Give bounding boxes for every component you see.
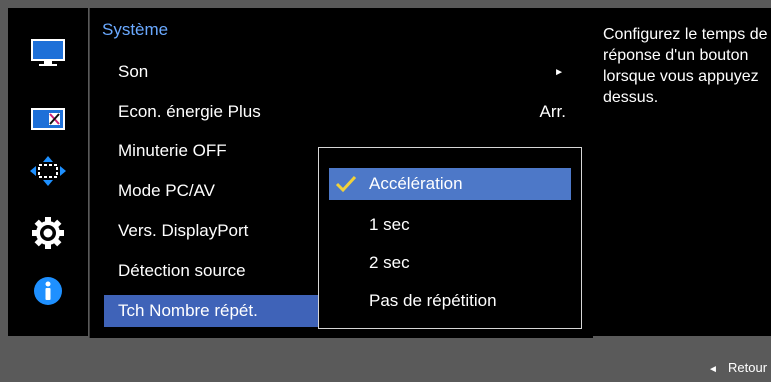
back-arrow-icon[interactable]: ◄ — [708, 364, 718, 375]
repeat-options-popup: Accélération 1 sec 2 sec Pas de répétiti… — [318, 147, 582, 329]
menu-item-label: Vers. DisplayPort — [118, 221, 249, 240]
screen-size-icon[interactable] — [28, 156, 68, 186]
menu-item-value: Arr. — [539, 102, 566, 121]
back-button-label[interactable]: Retour — [728, 360, 767, 375]
info-icon[interactable] — [28, 276, 68, 306]
popup-option-pas-de-repetition[interactable]: Pas de répétition — [329, 285, 571, 317]
menu-item-label: Econ. énergie Plus — [118, 102, 261, 121]
settings-gear-icon[interactable] — [28, 217, 68, 249]
menu-title: Système — [102, 20, 169, 39]
menu-item-tch-nombre-repet[interactable]: Tch Nombre répét. — [104, 295, 320, 327]
menu-item-label: Détection source — [118, 261, 246, 280]
menu-item-label: Tch Nombre répét. — [118, 301, 258, 320]
color-icon[interactable] — [28, 104, 68, 134]
menu-item-label: Son — [118, 62, 149, 81]
menu-item-displayport[interactable]: Vers. DisplayPort — [90, 215, 320, 247]
osd-icon-rail — [8, 8, 88, 336]
menu-item-minuterie-off[interactable]: Minuterie OFF — [90, 135, 320, 167]
menu-item-econ-energie[interactable]: Econ. énergie Plus Arr. — [90, 96, 586, 128]
menu-item-detection-source[interactable]: Détection source — [90, 255, 320, 287]
bottom-bar — [0, 338, 771, 382]
menu-item-label: Mode PC/AV — [118, 181, 216, 200]
monitor-osd-screen: Système Son ► Econ. énergie Plus Arr. Mi… — [0, 0, 771, 382]
submenu-arrow-icon: ► — [554, 66, 564, 78]
picture-icon[interactable] — [28, 38, 68, 68]
popup-option-acceleration[interactable]: Accélération — [329, 168, 571, 200]
menu-item-label: Minuterie OFF — [118, 141, 227, 160]
help-panel: Configurez le temps de réponse d'un bout… — [593, 8, 771, 336]
menu-item-son[interactable]: Son ► — [90, 56, 586, 88]
checkmark-icon — [335, 175, 357, 193]
popup-option-2-sec[interactable]: 2 sec — [329, 247, 571, 279]
popup-option-label: 1 sec — [369, 215, 410, 234]
help-text: Configurez le temps de réponse d'un bout… — [603, 26, 768, 106]
menu-item-mode-pc-av[interactable]: Mode PC/AV — [90, 175, 320, 207]
popup-option-label: Pas de répétition — [369, 291, 497, 310]
popup-option-1-sec[interactable]: 1 sec — [329, 209, 571, 241]
popup-option-label: 2 sec — [369, 253, 410, 272]
